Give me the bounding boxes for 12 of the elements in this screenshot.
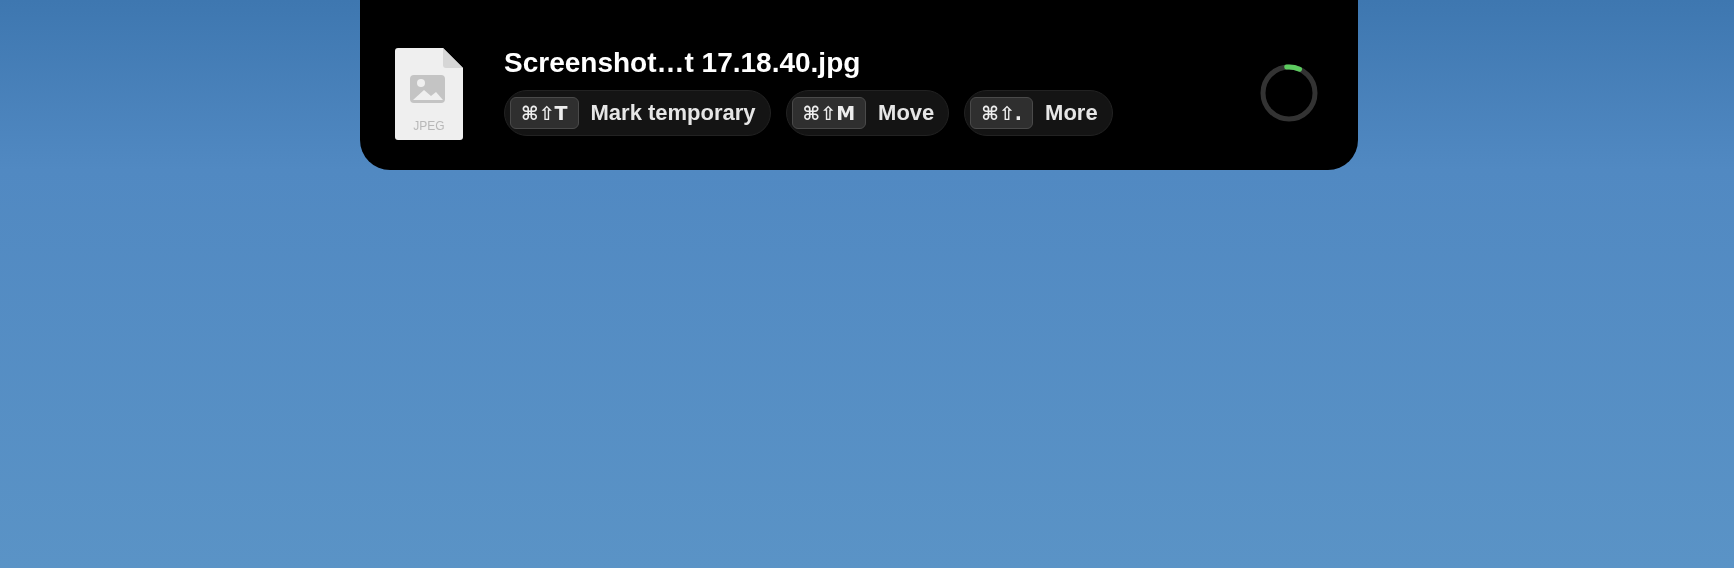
action-label: Move bbox=[878, 100, 935, 126]
action-label: Mark temporary bbox=[590, 100, 756, 126]
action-button[interactable]: ⌘⇧. More bbox=[964, 90, 1113, 136]
file-name: Screenshot…t 17.18.40.jpg bbox=[504, 46, 862, 80]
action-button[interactable]: ⌘⇧M Move bbox=[785, 90, 950, 136]
jpeg-file-icon bbox=[395, 48, 463, 140]
action-label: More bbox=[1045, 100, 1098, 126]
shortcut-key: ⌘⇧. bbox=[970, 97, 1034, 129]
action-button[interactable]: ⌘⇧T Mark temporary bbox=[504, 90, 771, 136]
progress-ring bbox=[1259, 63, 1319, 123]
shortcut-key: ⌘⇧M bbox=[791, 97, 867, 129]
shortcut-key: ⌘⇧T bbox=[510, 97, 579, 129]
